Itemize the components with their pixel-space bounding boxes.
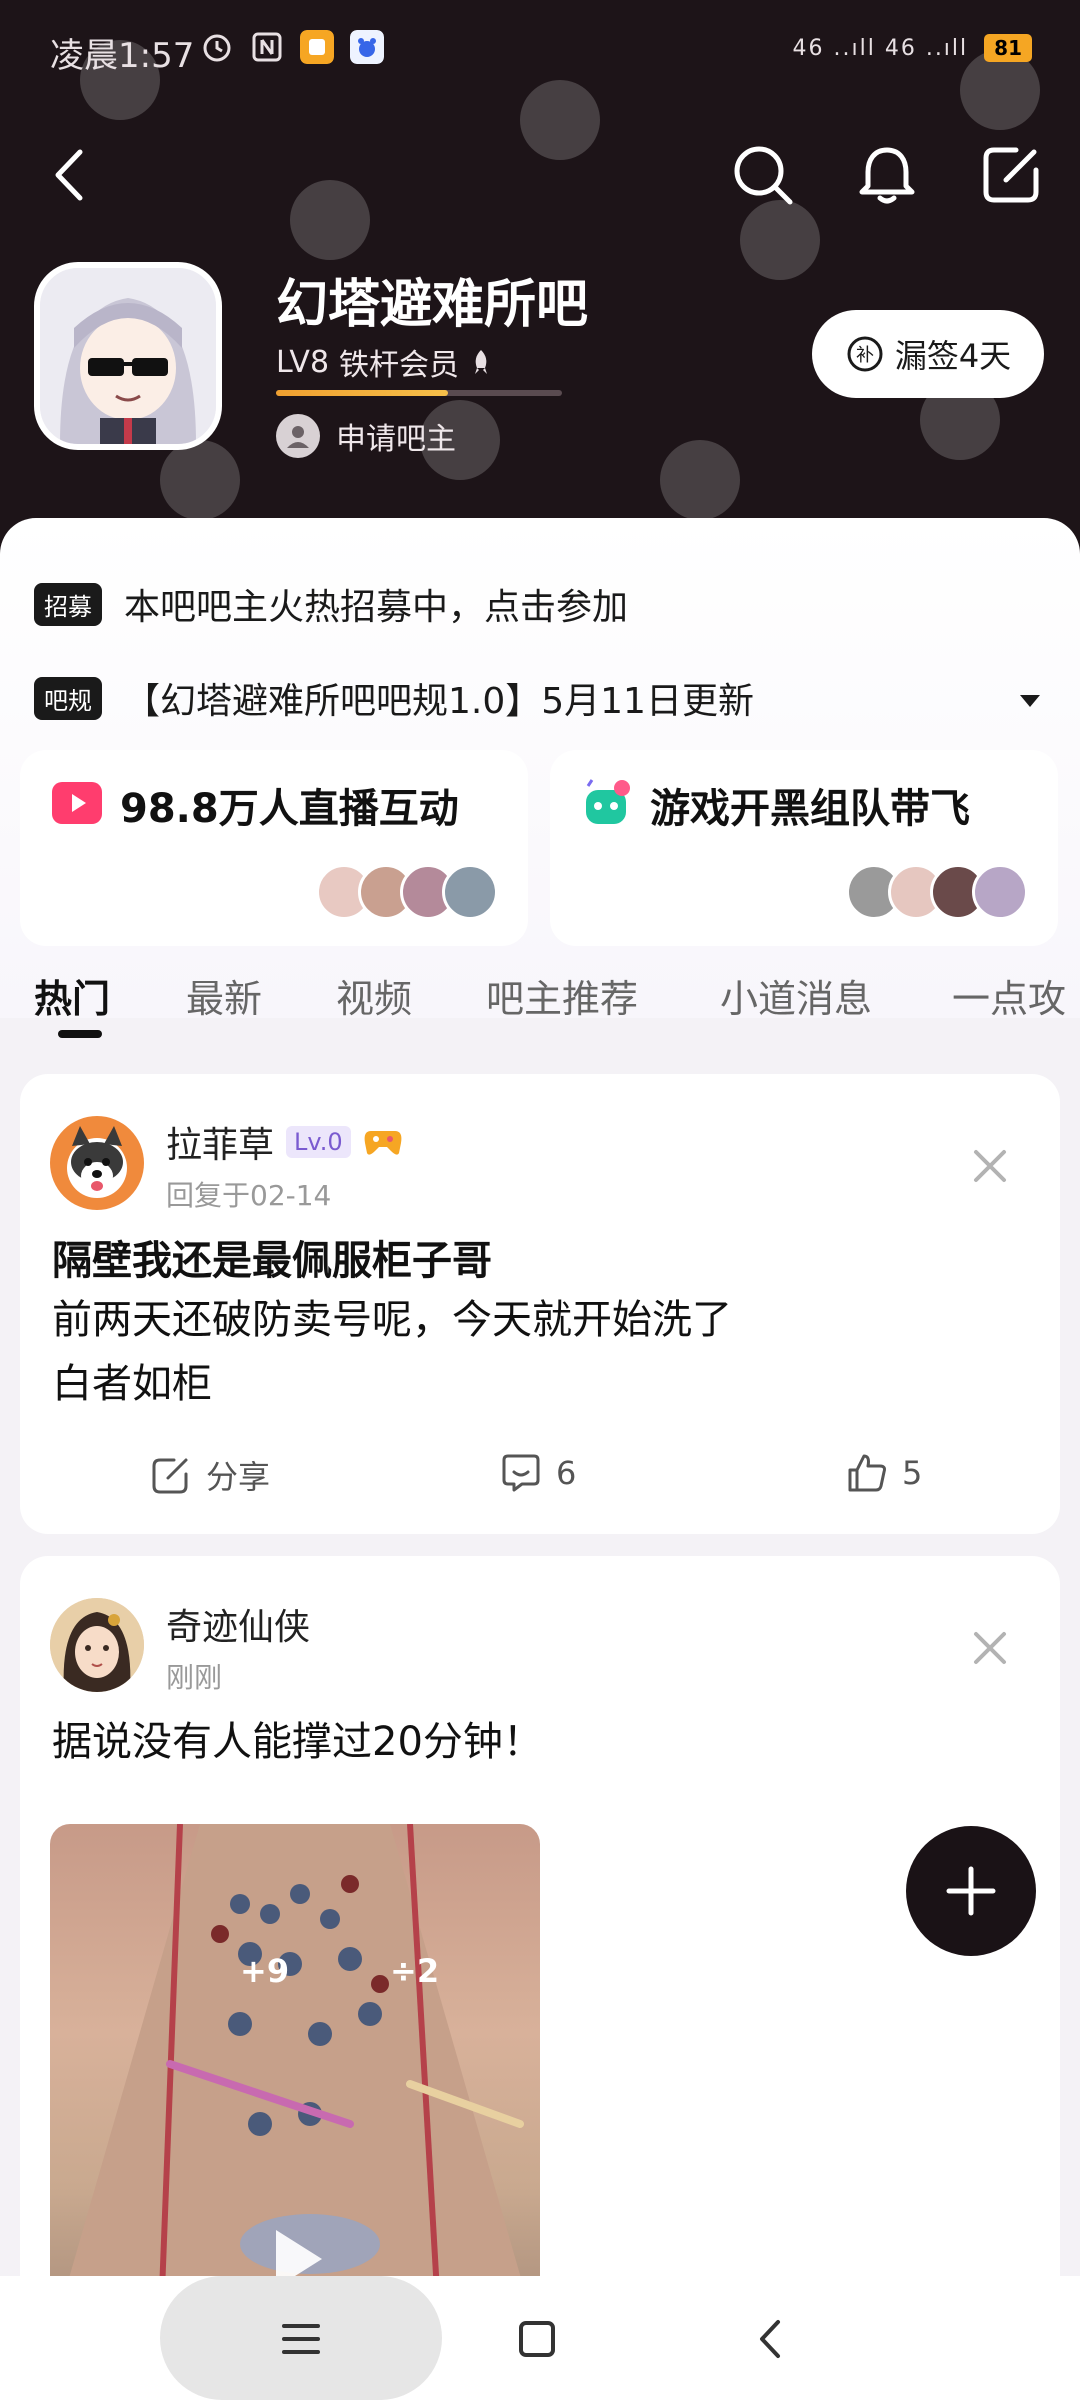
post-author[interactable]: 奇迹仙侠 bbox=[166, 1598, 310, 1650]
close-icon[interactable] bbox=[970, 1146, 1010, 1186]
gamepad-badge-icon bbox=[364, 1131, 402, 1155]
live-video-icon bbox=[52, 782, 102, 824]
recruit-tag: 招募 bbox=[34, 582, 102, 626]
status-right: 46 ..ıll 46 ..ıll 81 bbox=[793, 34, 1032, 62]
tab-video[interactable]: 视频 bbox=[336, 968, 412, 1023]
rocket-icon bbox=[475, 350, 488, 374]
recruit-text: 本吧吧主火热招募中，点击参加 bbox=[124, 587, 629, 628]
forum-avatar[interactable] bbox=[34, 262, 222, 450]
expand-caret-icon[interactable] bbox=[1020, 695, 1040, 707]
post-body: 前两天还破防卖号呢，今天就开始洗了 白者如柜 bbox=[52, 1288, 732, 1416]
apply-owner-link[interactable]: 申请吧主 bbox=[276, 414, 456, 458]
post-body-line: 前两天还破防卖号呢，今天就开始洗了 bbox=[52, 1297, 732, 1343]
menu-icon[interactable] bbox=[278, 2316, 324, 2362]
edit-post-icon[interactable] bbox=[976, 140, 1046, 210]
live-card[interactable]: 98.8万人直播互动 bbox=[20, 750, 528, 946]
tab-hot[interactable]: 热门 bbox=[34, 968, 110, 1023]
status-time: 凌晨1:57 bbox=[50, 36, 195, 76]
active-tab-indicator bbox=[58, 1030, 102, 1038]
tab-gossip[interactable]: 小道消息 bbox=[720, 968, 872, 1023]
post-card[interactable]: 奇迹仙侠 刚刚 据说没有人能撑过20分钟！ +9 ÷2 bbox=[20, 1556, 1060, 2344]
post-time: 回复于02-14 bbox=[166, 1179, 332, 1212]
tab-latest[interactable]: 最新 bbox=[186, 968, 262, 1023]
comment-icon bbox=[502, 1454, 540, 1492]
share-icon bbox=[152, 1458, 188, 1494]
post-author-name: 奇迹仙侠 bbox=[166, 1607, 311, 1648]
tab-guide[interactable]: 一点攻 bbox=[952, 968, 1066, 1023]
app-notification-icon bbox=[300, 30, 334, 64]
baidu-icon bbox=[350, 30, 384, 64]
game-card-title: 游戏开黑组队带飞 bbox=[650, 786, 970, 832]
video-overlay-plus: +9 bbox=[240, 1952, 289, 1990]
search-icon[interactable] bbox=[728, 140, 798, 210]
battery-level: 81 bbox=[984, 34, 1032, 62]
avatar bbox=[972, 864, 1028, 920]
status-notification-icons bbox=[200, 30, 384, 64]
post-author[interactable]: 拉菲草 Lv.0 bbox=[166, 1116, 403, 1168]
forum-avatar-image bbox=[40, 268, 216, 444]
like-count: 5 bbox=[902, 1454, 923, 1492]
level-progress-bar bbox=[276, 390, 562, 396]
comment-button[interactable]: 6 bbox=[500, 1452, 576, 1494]
apply-owner-label: 申请吧主 bbox=[336, 422, 456, 457]
member-title: 铁杆会员 bbox=[339, 348, 460, 383]
video-overlay-divide: ÷2 bbox=[390, 1952, 439, 1990]
live-card-title: 98.8万人直播互动 bbox=[120, 786, 459, 832]
thumbs-up-icon bbox=[848, 1454, 886, 1492]
share-label: 分享 bbox=[206, 1458, 271, 1496]
recruit-notice[interactable]: 招募 本吧吧主火热招募中，点击参加 bbox=[34, 578, 628, 630]
alarm-icon bbox=[203, 34, 231, 62]
forum-title: 幻塔避难所吧 bbox=[276, 275, 589, 335]
makeup-signin-icon: 补 bbox=[847, 336, 883, 372]
post-author-name: 拉菲草 bbox=[166, 1125, 275, 1166]
svg-text:补: 补 bbox=[856, 345, 874, 366]
rules-text: 【幻塔避难所吧吧规1.0】5月11日更新 bbox=[124, 681, 754, 722]
signin-label: 漏签4天 bbox=[894, 337, 1012, 375]
rules-notice[interactable]: 吧规 【幻塔避难所吧吧规1.0】5月11日更新 bbox=[34, 672, 754, 724]
member-level: LV8 铁杆会员 bbox=[276, 340, 493, 384]
forum-header: 凌晨1:57 46 ..ıll 46 ..ıll 81 幻塔避难所吧 LV8 铁… bbox=[0, 0, 1080, 560]
home-square-icon[interactable] bbox=[514, 2316, 560, 2362]
signal-strength: 46 ..ıll 46 ..ıll bbox=[792, 35, 969, 61]
post-time: 刚刚 bbox=[166, 1661, 223, 1694]
game-avatars bbox=[846, 864, 1028, 920]
tab-owner-recommend[interactable]: 吧主推荐 bbox=[486, 968, 638, 1023]
back-arrow-icon[interactable] bbox=[44, 140, 94, 210]
post-card[interactable]: 拉菲草 Lv.0 回复于02-14 隔壁我还是最佩服柜子哥 前两天还破防卖号呢，… bbox=[20, 1074, 1060, 1534]
plus-icon bbox=[946, 1866, 996, 1916]
post-body-line: 白者如柜 bbox=[52, 1361, 212, 1407]
avatar[interactable] bbox=[50, 1116, 144, 1210]
level-text: LV8 bbox=[276, 344, 330, 380]
signin-button[interactable]: 补 漏签4天 bbox=[812, 310, 1044, 398]
game-robot-icon bbox=[586, 779, 630, 824]
game-team-card[interactable]: 游戏开黑组队带飞 bbox=[550, 750, 1058, 946]
nfc-icon bbox=[252, 32, 282, 62]
comment-count: 6 bbox=[556, 1454, 577, 1492]
status-bar: 凌晨1:57 46 ..ıll 46 ..ıll 81 bbox=[0, 0, 1080, 100]
post-actions: 分享 6 5 bbox=[20, 1452, 1060, 1512]
level-badge: Lv.0 bbox=[286, 1126, 351, 1158]
close-icon[interactable] bbox=[970, 1628, 1010, 1668]
like-button[interactable]: 5 bbox=[846, 1452, 922, 1494]
share-button[interactable]: 分享 bbox=[150, 1452, 270, 1498]
video-thumbnail[interactable]: +9 ÷2 bbox=[50, 1824, 540, 2344]
nav-back-icon[interactable] bbox=[748, 2316, 794, 2362]
rules-tag: 吧规 bbox=[34, 676, 102, 720]
post-body: 据说没有人能撑过20分钟！ bbox=[52, 1719, 543, 1765]
live-avatars bbox=[316, 864, 498, 920]
system-nav-bar bbox=[0, 2276, 1080, 2400]
new-post-button[interactable] bbox=[906, 1826, 1036, 1956]
person-icon bbox=[276, 414, 320, 458]
avatar bbox=[442, 864, 498, 920]
feed-tabs: 热门 最新 视频 吧主推荐 小道消息 一点攻 bbox=[0, 968, 1080, 1038]
avatar[interactable] bbox=[50, 1598, 144, 1692]
bell-icon[interactable] bbox=[852, 140, 922, 210]
level-progress-fill bbox=[276, 390, 448, 396]
post-title: 隔壁我还是最佩服柜子哥 bbox=[52, 1238, 492, 1284]
